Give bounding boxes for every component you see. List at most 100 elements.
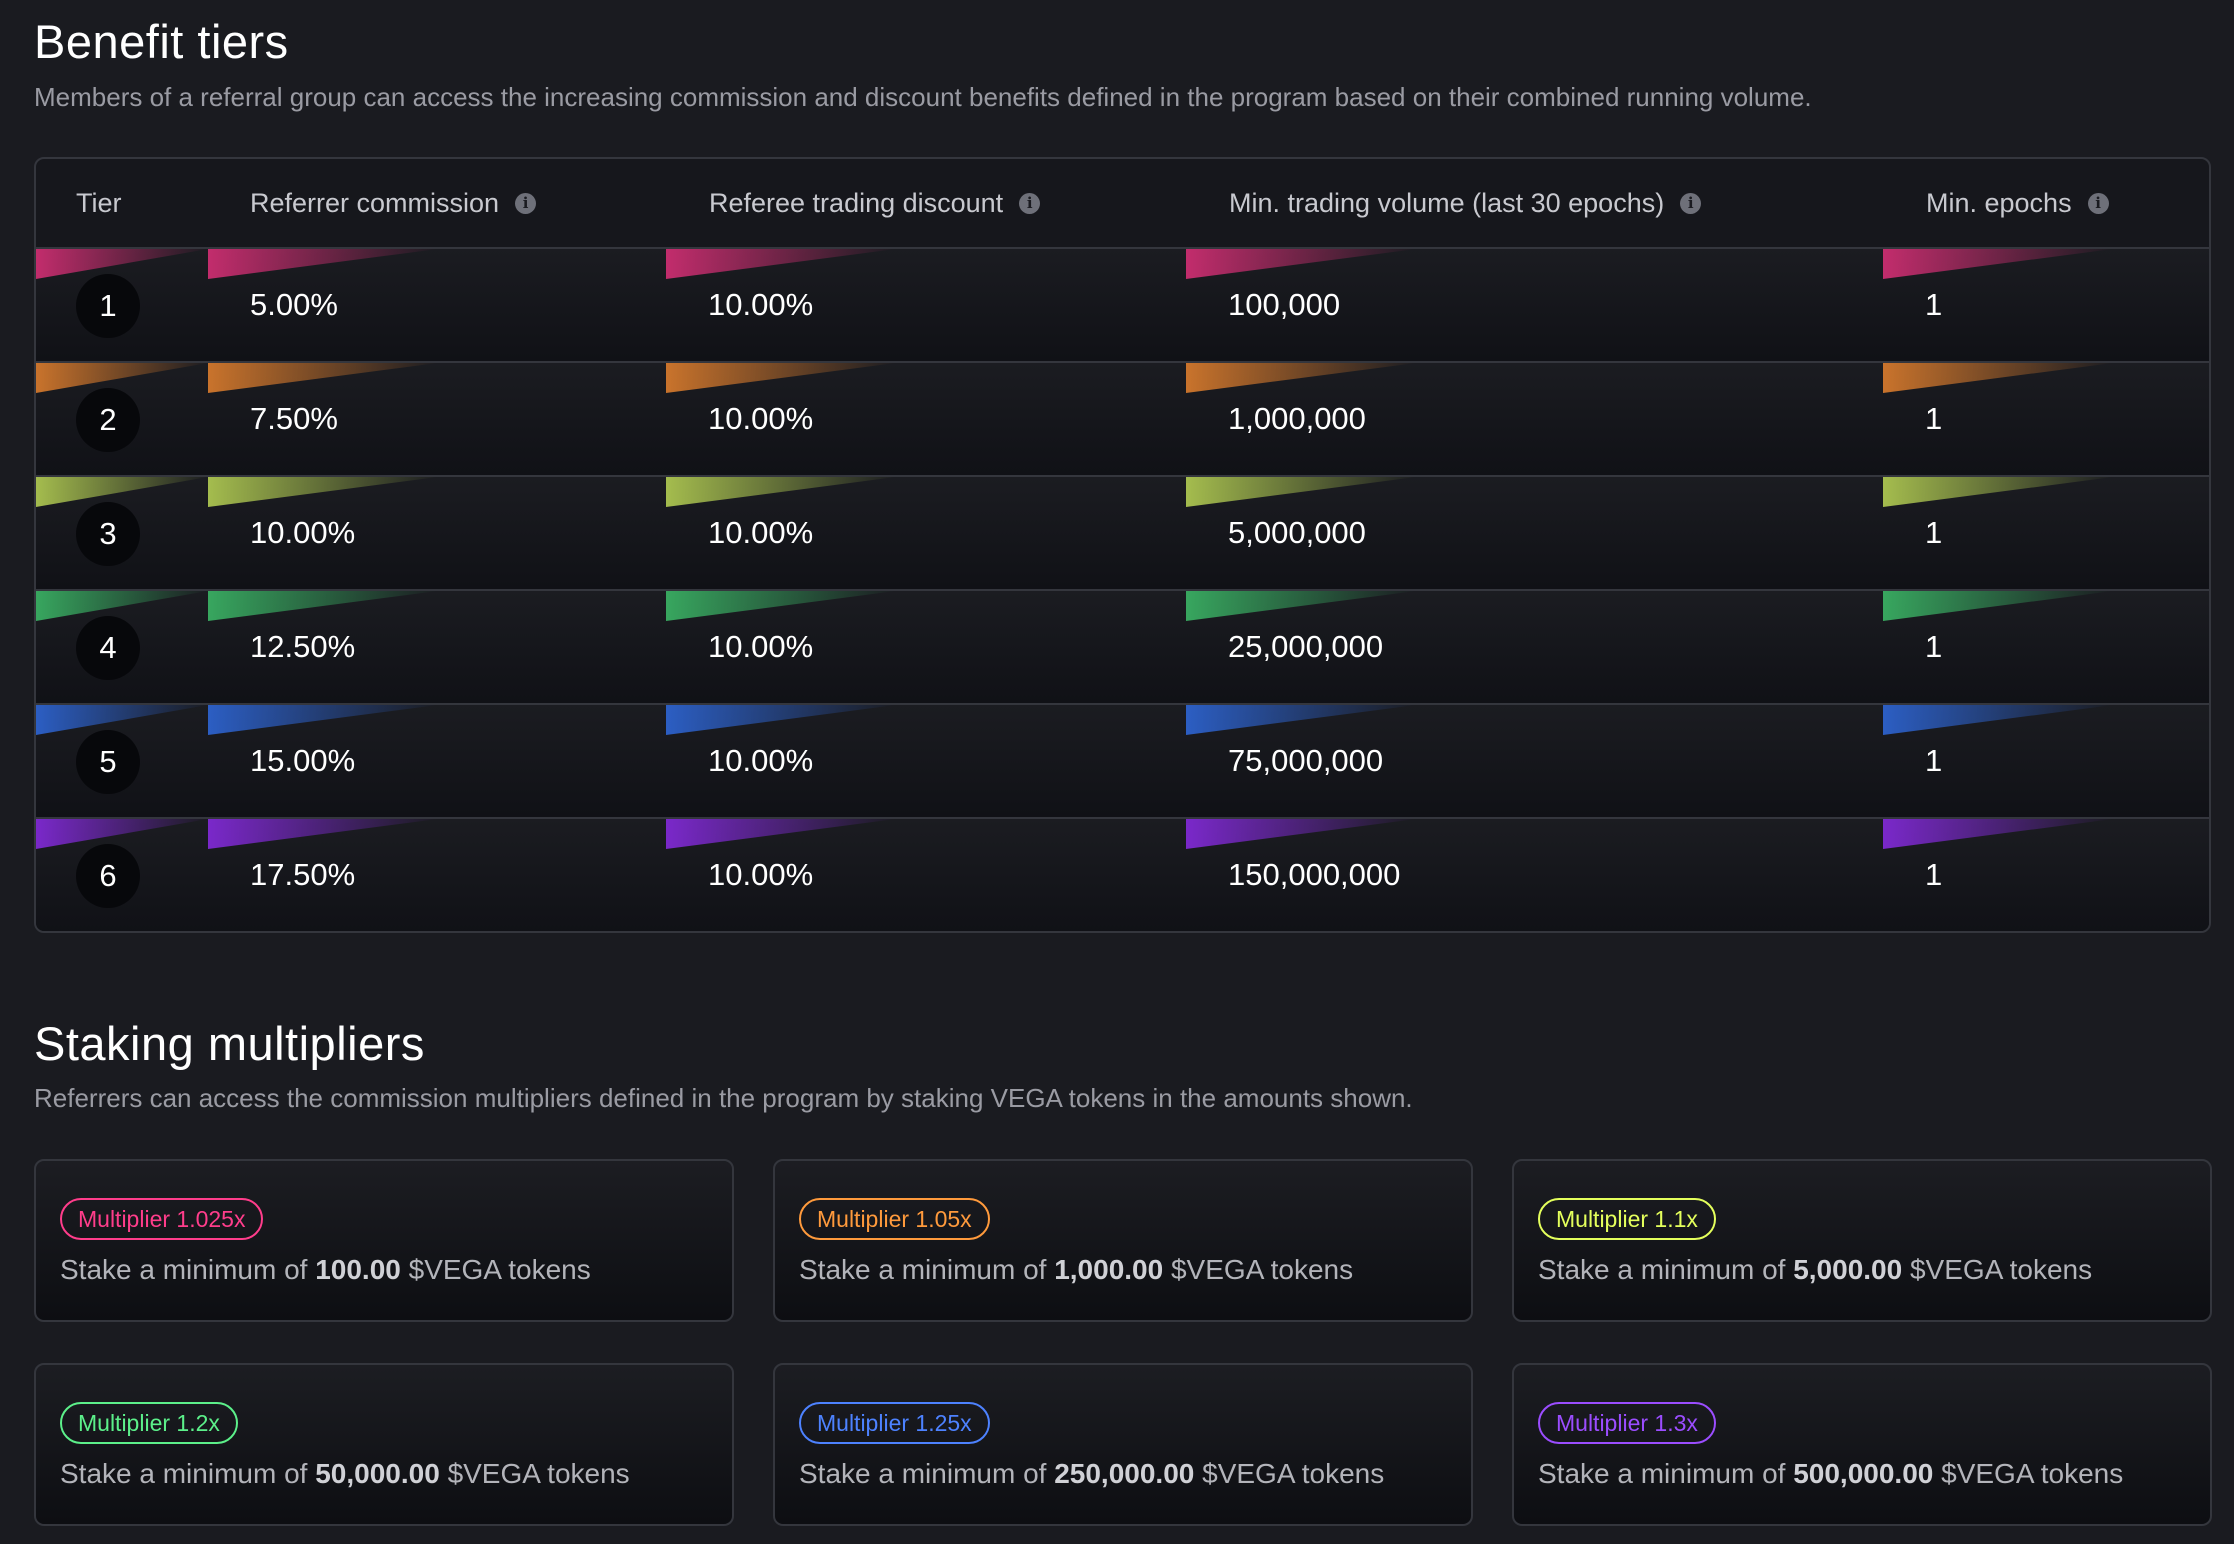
volume-value: 25,000,000 [1228, 629, 1384, 664]
tier-cell: 2 [36, 363, 208, 475]
multiplier-badge: Multiplier 1.025x [60, 1198, 264, 1240]
multiplier-card: Multiplier 1.3x Stake a minimum of 500,00… [1512, 1363, 2212, 1526]
tier-badge: 2 [76, 388, 140, 452]
multiplier-badge: Multiplier 1.25x [799, 1402, 990, 1444]
column-header-tier: Tier [76, 159, 122, 247]
info-icon[interactable]: i [2087, 192, 2109, 214]
volume-cell: 100,000 [1186, 249, 1883, 361]
column-header-min-volume: Min. trading volume (last 30 epochs) i [1229, 159, 1702, 247]
info-icon[interactable]: i [1019, 192, 1041, 214]
tier-color-accent [1883, 591, 2113, 621]
commission-cell: 10.00% [208, 477, 666, 589]
tier-color-accent [1883, 477, 2113, 507]
benefit-tiers-title: Benefit tiers [34, 15, 289, 68]
multiplier-card: Multiplier 1.05x Stake a minimum of 1,000… [773, 1159, 1473, 1322]
stake-amount: 100.00 [315, 1254, 401, 1285]
tier-color-accent [36, 249, 208, 279]
table-body: 1 5.00% 10.00% 100,000 1 2 7.50% 10.00% 1,000,00… [36, 249, 2209, 931]
staking-multipliers-title: Staking multipliers [34, 1017, 425, 1070]
table-row: 5 15.00% 10.00% 75,000,000 1 [36, 705, 2209, 819]
volume-value: 100,000 [1228, 287, 1341, 322]
stake-suffix: $VEGA tokens [1202, 1458, 1385, 1489]
tier-badge: 5 [76, 730, 140, 794]
tier-color-accent [36, 477, 208, 507]
discount-cell: 10.00% [666, 477, 1186, 589]
commission-cell: 17.50% [208, 819, 666, 931]
volume-cell: 75,000,000 [1186, 705, 1883, 817]
tier-color-accent [1883, 363, 2113, 393]
column-header-label: Referrer commission [250, 187, 500, 218]
commission-cell: 7.50% [208, 363, 666, 475]
commission-value: 17.50% [250, 857, 356, 892]
table-row: 1 5.00% 10.00% 100,000 1 [36, 249, 2209, 363]
tier-color-accent [36, 819, 208, 849]
epochs-value: 1 [1925, 401, 1943, 436]
table-header: Tier Referrer commission i Referee tradi… [36, 159, 2209, 249]
stake-suffix: $VEGA tokens [447, 1458, 630, 1489]
tier-badge: 1 [76, 274, 140, 338]
discount-cell: 10.00% [666, 819, 1186, 931]
commission-value: 10.00% [250, 515, 356, 550]
multiplier-card: Multiplier 1.25x Stake a minimum of 250,0… [773, 1363, 1473, 1526]
commission-value: 5.00% [250, 287, 338, 322]
staking-multipliers-description: Referrers can access the commission mult… [34, 1083, 1413, 1113]
discount-value: 10.00% [708, 401, 814, 436]
stake-amount: 1,000.00 [1054, 1254, 1164, 1285]
column-header-label: Min. epochs [1926, 187, 2072, 218]
volume-cell: 150,000,000 [1186, 819, 1883, 931]
referral-benefits-page: Benefit tiers Members of a referral grou… [0, 0, 2234, 1544]
stake-prefix: Stake a minimum of [799, 1458, 1047, 1489]
tier-badge: 6 [76, 844, 140, 908]
table-row: 3 10.00% 10.00% 5,000,000 1 [36, 477, 2209, 591]
volume-cell: 1,000,000 [1186, 363, 1883, 475]
column-header-min-epochs: Min. epochs i [1926, 159, 2109, 247]
multiplier-card: Multiplier 1.2x Stake a minimum of 50,000… [34, 1363, 734, 1526]
volume-value: 75,000,000 [1228, 743, 1384, 778]
volume-cell: 5,000,000 [1186, 477, 1883, 589]
commission-cell: 15.00% [208, 705, 666, 817]
discount-value: 10.00% [708, 743, 814, 778]
stake-requirement: Stake a minimum of 50,000.00 $VEGA token… [60, 1458, 630, 1490]
multiplier-card: Multiplier 1.025x Stake a minimum of 100.… [34, 1159, 734, 1322]
tier-cell: 6 [36, 819, 208, 931]
stake-amount: 500,000.00 [1793, 1458, 1934, 1489]
epochs-value: 1 [1925, 743, 1943, 778]
stake-suffix: $VEGA tokens [408, 1254, 591, 1285]
commission-value: 12.50% [250, 629, 356, 664]
commission-value: 15.00% [250, 743, 356, 778]
epochs-cell: 1 [1883, 591, 2209, 703]
tier-badge: 4 [76, 616, 140, 680]
column-header-label: Referee trading discount [709, 187, 1004, 218]
discount-cell: 10.00% [666, 363, 1186, 475]
commission-cell: 12.50% [208, 591, 666, 703]
stake-amount: 250,000.00 [1054, 1458, 1195, 1489]
epochs-cell: 1 [1883, 705, 2209, 817]
column-header-label: Tier [76, 187, 122, 218]
info-icon[interactable]: i [1680, 192, 1702, 214]
stake-prefix: Stake a minimum of [1538, 1458, 1786, 1489]
stake-suffix: $VEGA tokens [1909, 1254, 2093, 1285]
stake-requirement: Stake a minimum of 100.00 $VEGA tokens [60, 1254, 591, 1286]
stake-requirement: Stake a minimum of 500,000.00 $VEGA toke… [1538, 1458, 2123, 1490]
info-icon[interactable]: i [515, 192, 537, 214]
epochs-value: 1 [1925, 857, 1943, 892]
table-row: 4 12.50% 10.00% 25,000,000 1 [36, 591, 2209, 705]
multiplier-card: Multiplier 1.1x Stake a minimum of 5,000.… [1512, 1159, 2212, 1322]
discount-cell: 10.00% [666, 705, 1186, 817]
tier-color-accent [36, 705, 208, 735]
column-header-referee-discount: Referee trading discount i [709, 159, 1041, 247]
column-header-label: Min. trading volume (last 30 epochs) [1229, 187, 1665, 218]
epochs-value: 1 [1925, 629, 1943, 664]
tier-color-accent [1883, 819, 2113, 849]
discount-value: 10.00% [708, 287, 814, 322]
multiplier-badge: Multiplier 1.3x [1538, 1402, 1716, 1444]
stake-requirement: Stake a minimum of 1,000.00 $VEGA tokens [799, 1254, 1353, 1286]
epochs-cell: 1 [1883, 819, 2209, 931]
stake-prefix: Stake a minimum of [60, 1254, 308, 1285]
discount-value: 10.00% [708, 515, 814, 550]
volume-value: 5,000,000 [1228, 515, 1366, 550]
tier-cell: 4 [36, 591, 208, 703]
tier-color-accent [1883, 705, 2113, 735]
stake-requirement: Stake a minimum of 5,000.00 $VEGA tokens [1538, 1254, 2092, 1286]
discount-cell: 10.00% [666, 249, 1186, 361]
